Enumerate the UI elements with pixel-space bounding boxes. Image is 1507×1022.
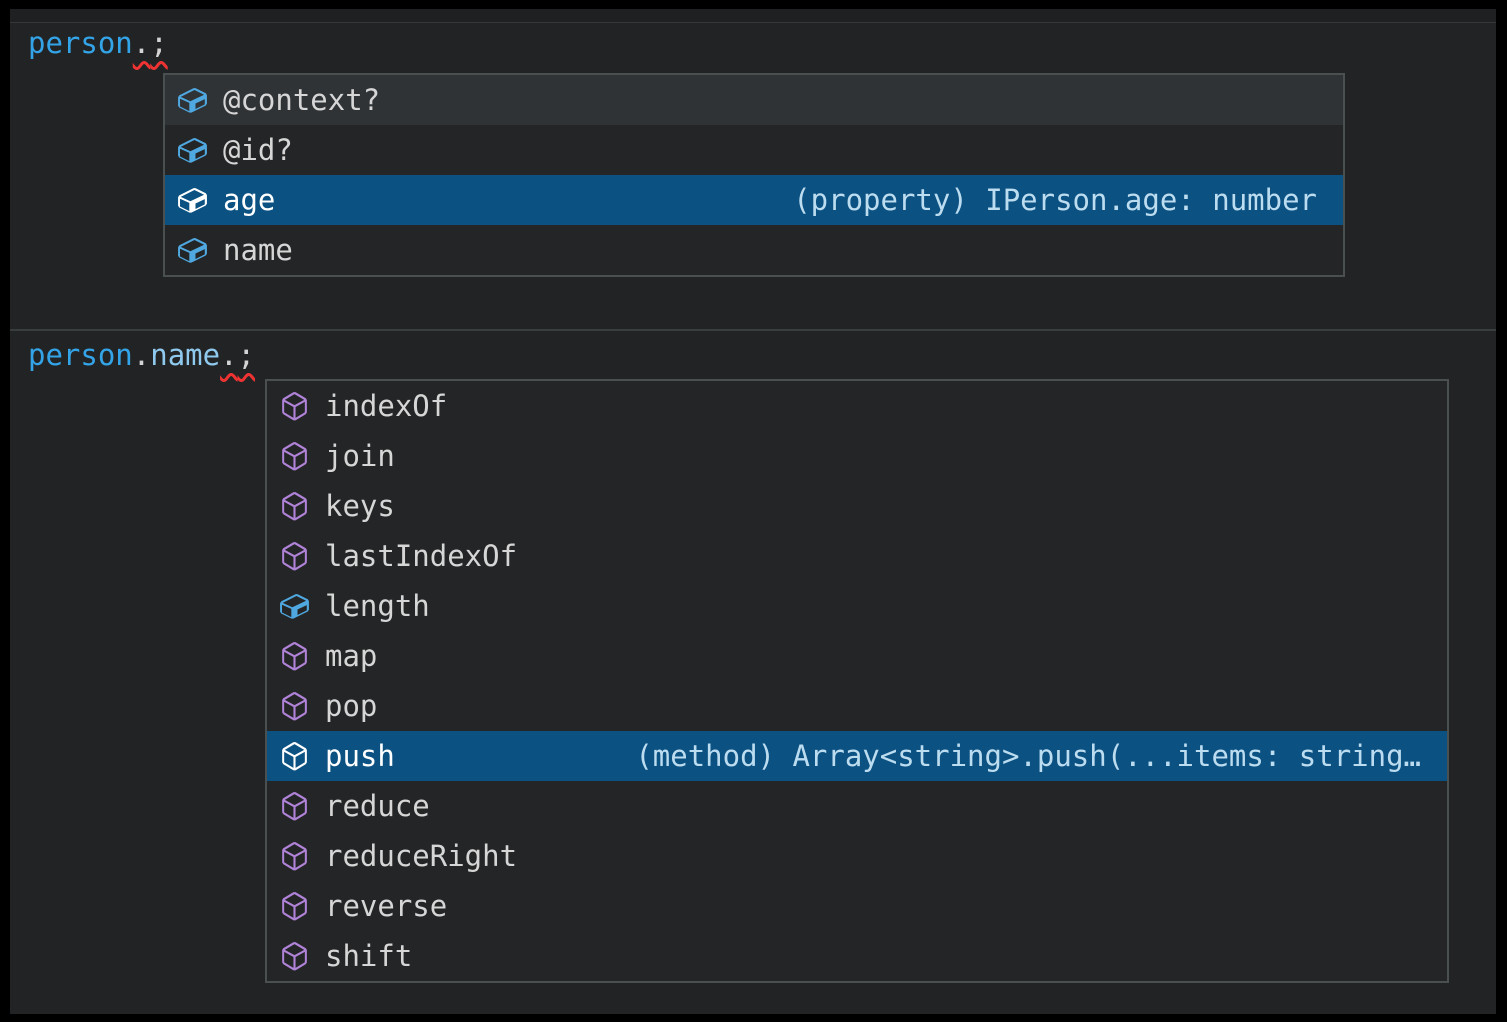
code-line-2[interactable]: person.name.; [28, 337, 255, 373]
symbol-method-icon [278, 390, 311, 423]
code-token: ; [238, 338, 255, 372]
symbol-field-icon [176, 84, 209, 117]
code-token: name [150, 338, 220, 372]
symbol-method-icon [278, 490, 311, 523]
symbol-method-icon [278, 790, 311, 823]
suggest-widget-2: indexOf join keys lastIndexOf length map pop pu… [265, 379, 1449, 983]
symbol-field-icon [176, 234, 209, 267]
suggestion-detail: (property) IPerson.age: number [793, 183, 1343, 217]
suggestion-item-map[interactable]: map [267, 631, 1447, 681]
suggestion-item-keys[interactable]: keys [267, 481, 1447, 531]
suggestion-item-pop[interactable]: pop [267, 681, 1447, 731]
suggestion-label: lastIndexOf [325, 539, 517, 573]
symbol-method-icon [278, 740, 311, 773]
code-token: person [28, 338, 133, 372]
code-token: . [133, 26, 150, 60]
symbol-field-icon [176, 134, 209, 167]
suggestion-item-push[interactable]: push (method) Array<string>.push(...items… [267, 731, 1447, 781]
divider [10, 9, 1496, 23]
suggestion-item-age[interactable]: age (property) IPerson.age: number [165, 175, 1343, 225]
suggestion-label: map [325, 639, 377, 673]
symbol-method-icon [278, 890, 311, 923]
suggestion-label: length [325, 589, 430, 623]
suggestion-label: reduceRight [325, 839, 517, 873]
suggestion-item-length[interactable]: length [267, 581, 1447, 631]
symbol-field-icon [278, 590, 311, 623]
symbol-field-icon [176, 184, 209, 217]
symbol-method-icon [278, 690, 311, 723]
symbol-method-icon [278, 440, 311, 473]
code-token: ; [150, 26, 167, 60]
suggestion-item-join[interactable]: join [267, 431, 1447, 481]
suggestion-item-reverse[interactable]: reverse [267, 881, 1447, 931]
symbol-method-icon [278, 640, 311, 673]
suggestion-label: @id? [223, 133, 293, 167]
suggestion-item-indexof[interactable]: indexOf [267, 381, 1447, 431]
suggestion-label: keys [325, 489, 395, 523]
suggestion-item-name[interactable]: name [165, 225, 1343, 275]
suggestion-item-context[interactable]: @context? [165, 75, 1343, 125]
symbol-method-icon [278, 940, 311, 973]
suggestion-label: age [223, 183, 275, 217]
editor[interactable]: person.; person.name.; @context?@id?age(… [10, 9, 1496, 1014]
suggestion-item-reduce[interactable]: reduce [267, 781, 1447, 831]
code-token: . [133, 338, 150, 372]
suggestion-label: reduce [325, 789, 430, 823]
suggestion-item-id[interactable]: @id? [165, 125, 1343, 175]
suggestion-label: @context? [223, 83, 380, 117]
code-token: . [220, 338, 237, 372]
code-token: person [28, 26, 133, 60]
symbol-method-icon [278, 840, 311, 873]
suggestion-item-lastindexof[interactable]: lastIndexOf [267, 531, 1447, 581]
suggestion-label: join [325, 439, 395, 473]
suggestion-item-shift[interactable]: shift [267, 931, 1447, 981]
symbol-method-icon [278, 540, 311, 573]
suggestion-label: name [223, 233, 293, 267]
suggestion-label: push [325, 739, 395, 773]
suggestion-label: indexOf [325, 389, 447, 423]
suggestion-detail: (method) Array<string>.push(...items: st… [635, 739, 1447, 773]
suggestion-label: pop [325, 689, 377, 723]
suggestion-label: reverse [325, 889, 447, 923]
code-line-1[interactable]: person.; [28, 25, 168, 61]
suggest-widget-1: @context? @id? age (property) IPerson.age: … [163, 73, 1345, 277]
divider [10, 329, 1496, 331]
suggestion-label: shift [325, 939, 412, 973]
suggestion-item-reduceright[interactable]: reduceRight [267, 831, 1447, 881]
